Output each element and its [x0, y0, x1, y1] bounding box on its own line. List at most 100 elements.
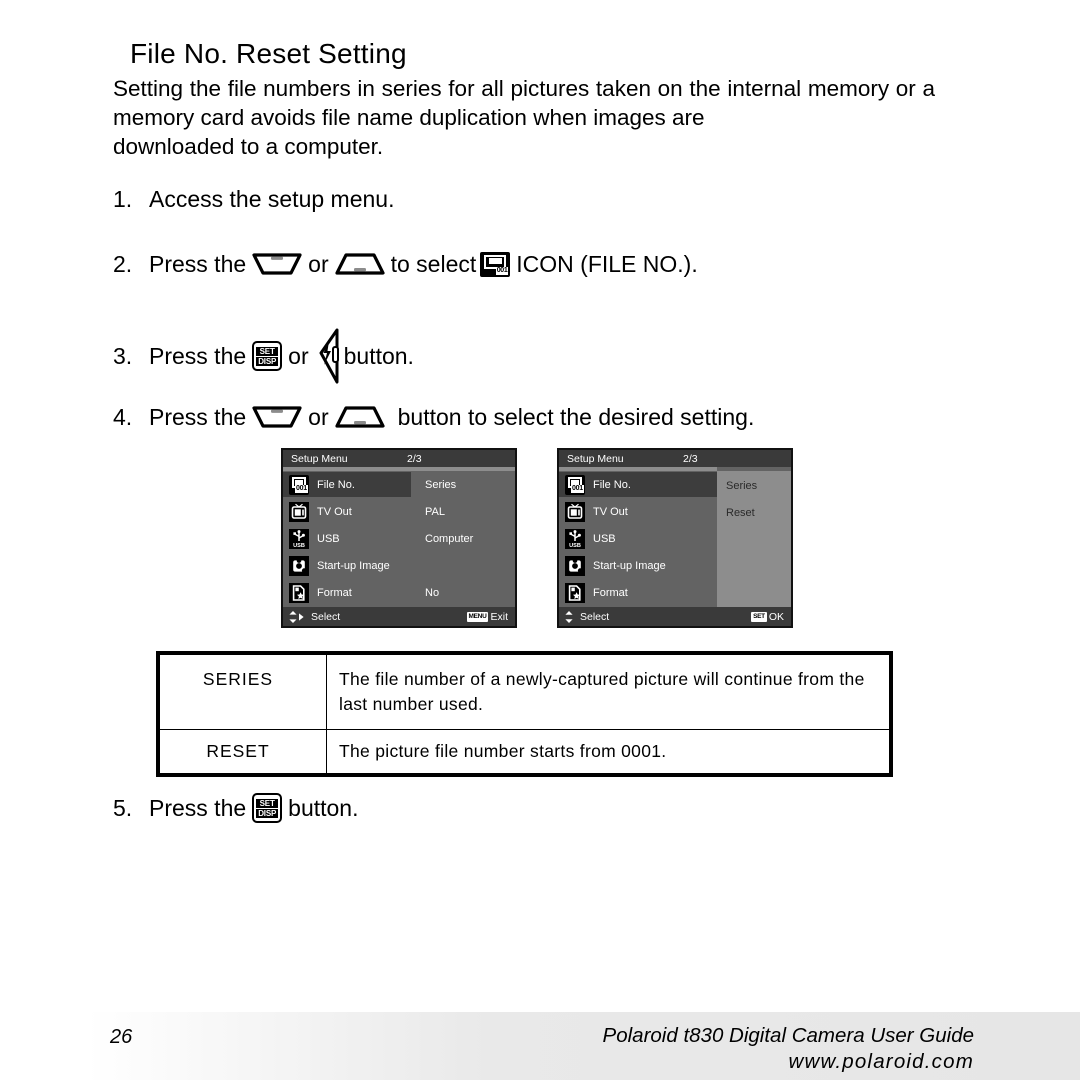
set-key-icon: SET [751, 611, 767, 622]
usb-icon: USB [565, 528, 585, 549]
lcd-right-footer-ok: SET OK [751, 611, 784, 623]
step-2-number: 2. [113, 251, 133, 277]
lcd-left-body: 001 File No. Series TV Out PAL USB USB C… [283, 471, 515, 607]
lcd-left-label-startup-image: Start-up Image [317, 559, 390, 572]
step-2-text-b: or [308, 251, 329, 277]
lcd-left-label-format: Format [317, 586, 352, 599]
lcd-left-value-format: No [425, 586, 440, 599]
file-no-badge: 001 [295, 484, 308, 493]
step-3-number: 3. [113, 343, 133, 369]
step-5-number: 5. [113, 795, 133, 821]
file-no-badge: 001 [571, 484, 584, 493]
lcd-left-footer-select: Select [311, 610, 341, 623]
step-4-text-a: Press the [149, 404, 247, 430]
step-4-number: 4. [113, 404, 133, 430]
svg-text:USB: USB [569, 543, 581, 549]
disp-label: DISP [256, 356, 279, 366]
lcd-right-footer: Select SET OK [559, 607, 791, 626]
lcd-left-footer-action: Exit [490, 610, 508, 623]
file-no-badge: 001 [495, 266, 509, 275]
step-5-text-b: button. [288, 795, 359, 821]
set-label: SET [256, 798, 279, 808]
svg-text:USB: USB [293, 543, 305, 549]
down-button-icon [251, 251, 303, 277]
disp-label: DISP [256, 808, 279, 818]
intro-paragraph: Setting the file numbers in series for a… [113, 74, 935, 161]
footer-website: www.polaroid.com [788, 1050, 974, 1073]
startup-image-icon [289, 555, 309, 576]
lcd-left-footer-exit: MENU Exit [466, 610, 508, 623]
footer-guide-title: Polaroid t830 Digital Camera User Guide [602, 1024, 974, 1047]
table-cell-value-reset: The picture file number starts from 0001… [326, 729, 890, 774]
lcd-right-footer-select: Select [580, 610, 610, 623]
lcd-left-label-usb: USB [317, 532, 340, 545]
step-3: 3. Press the SET DISP or button. [113, 327, 414, 385]
lcd-left-value-file-no: Series [425, 478, 457, 491]
flash-button-icon [315, 327, 341, 385]
step-4-text-c: button to select the desired setting. [397, 404, 755, 430]
set-disp-button-icon: SET DISP [252, 341, 283, 371]
file-no-icon: 001 [565, 474, 585, 495]
intro-text: Setting the file numbers in series for a… [113, 76, 935, 130]
settings-description-table: SERIES The file number of a newly-captur… [156, 651, 893, 777]
table-row: SERIES The file number of a newly-captur… [159, 654, 890, 730]
down-button-icon [251, 404, 303, 430]
submenu-option-series[interactable]: Series [726, 480, 757, 492]
step-2-text-a: Press the [149, 251, 247, 277]
lcd-right-label-format: Format [593, 586, 628, 599]
lcd-left-page-indicator: 2/3 [407, 452, 422, 465]
table-cell-key-series: SERIES [159, 654, 327, 730]
lcd-left-footer: Select MENU Exit [283, 607, 515, 626]
step-2-text-c: to select [390, 251, 477, 277]
lcd-right-label-startup-image: Start-up Image [593, 559, 666, 572]
page-title: File No. Reset Setting [130, 38, 407, 69]
table-row: RESET The picture file number starts fro… [159, 729, 890, 774]
step-3-text-c: button. [343, 343, 414, 369]
step-2: 2. Press the or to select 001 ICON (FILE… [113, 250, 698, 278]
step-1-text: Access the setup menu. [149, 186, 395, 212]
table-cell-key-reset: RESET [159, 729, 327, 774]
lcd-right-page-indicator: 2/3 [683, 452, 698, 465]
lcd-right-footer-action: OK [768, 610, 784, 623]
step-4-text-b: or [308, 404, 329, 430]
lcd-right-label-usb: USB [593, 532, 616, 545]
lcd-left-header-title: Setup Menu [291, 452, 348, 465]
menu-key-icon: MENU [466, 611, 489, 622]
lcd-left-row-tv-out[interactable]: TV Out PAL [283, 498, 515, 525]
lcd-right-header: Setup Menu 2/3 [559, 450, 791, 467]
step-1-number: 1. [113, 186, 133, 212]
lcd-left-row-usb[interactable]: USB USB Computer [283, 525, 515, 552]
submenu-option-reset[interactable]: Reset [726, 507, 755, 519]
lcd-left-header: Setup Menu 2/3 [283, 450, 515, 467]
updown-right-arrow-icon [288, 610, 306, 624]
lcd-left-row-startup-image[interactable]: Start-up Image [283, 552, 515, 579]
up-button-icon [334, 404, 386, 430]
startup-image-icon [565, 555, 585, 576]
tv-out-icon [565, 501, 585, 522]
step-4: 4. Press the or button to select the des… [113, 403, 754, 431]
step-2-text-d: ICON (FILE NO.). [516, 251, 698, 277]
step-5: 5. Press the SET DISP button. [113, 793, 359, 823]
file-no-icon: 001 [289, 474, 309, 495]
lcd-left-row-file-no[interactable]: 001 File No. Series [283, 471, 515, 498]
page-footer: 26 Polaroid t830 Digital Camera User Gui… [0, 1012, 1080, 1080]
lcd-right-label-tv-out: TV Out [593, 505, 628, 518]
file-no-submenu: Series Reset [717, 471, 791, 607]
step-5-text-a: Press the [149, 795, 247, 821]
step-3-text-a: Press the [149, 343, 247, 369]
format-icon [565, 582, 585, 603]
intro-text-last-line: downloaded to a computer. [113, 134, 384, 159]
set-disp-button-icon: SET DISP [252, 793, 283, 823]
table-cell-value-series: The file number of a newly-captured pict… [326, 654, 890, 730]
set-label: SET [256, 346, 279, 356]
lcd-left-row-format[interactable]: Format No [283, 579, 515, 606]
camera-lcd-screen-right: Setup Menu 2/3 001 File No. TV Out USB U… [557, 448, 793, 628]
lcd-left-value-usb: Computer [425, 532, 474, 545]
format-icon [289, 582, 309, 603]
page-number: 26 [110, 1026, 133, 1048]
step-1: 1. Access the setup menu. [113, 185, 394, 213]
lcd-left-label-tv-out: TV Out [317, 505, 352, 518]
lcd-right-header-title: Setup Menu [567, 452, 624, 465]
lcd-left-label-file-no: File No. [317, 478, 355, 491]
lcd-left-value-tv-out: PAL [425, 505, 445, 518]
